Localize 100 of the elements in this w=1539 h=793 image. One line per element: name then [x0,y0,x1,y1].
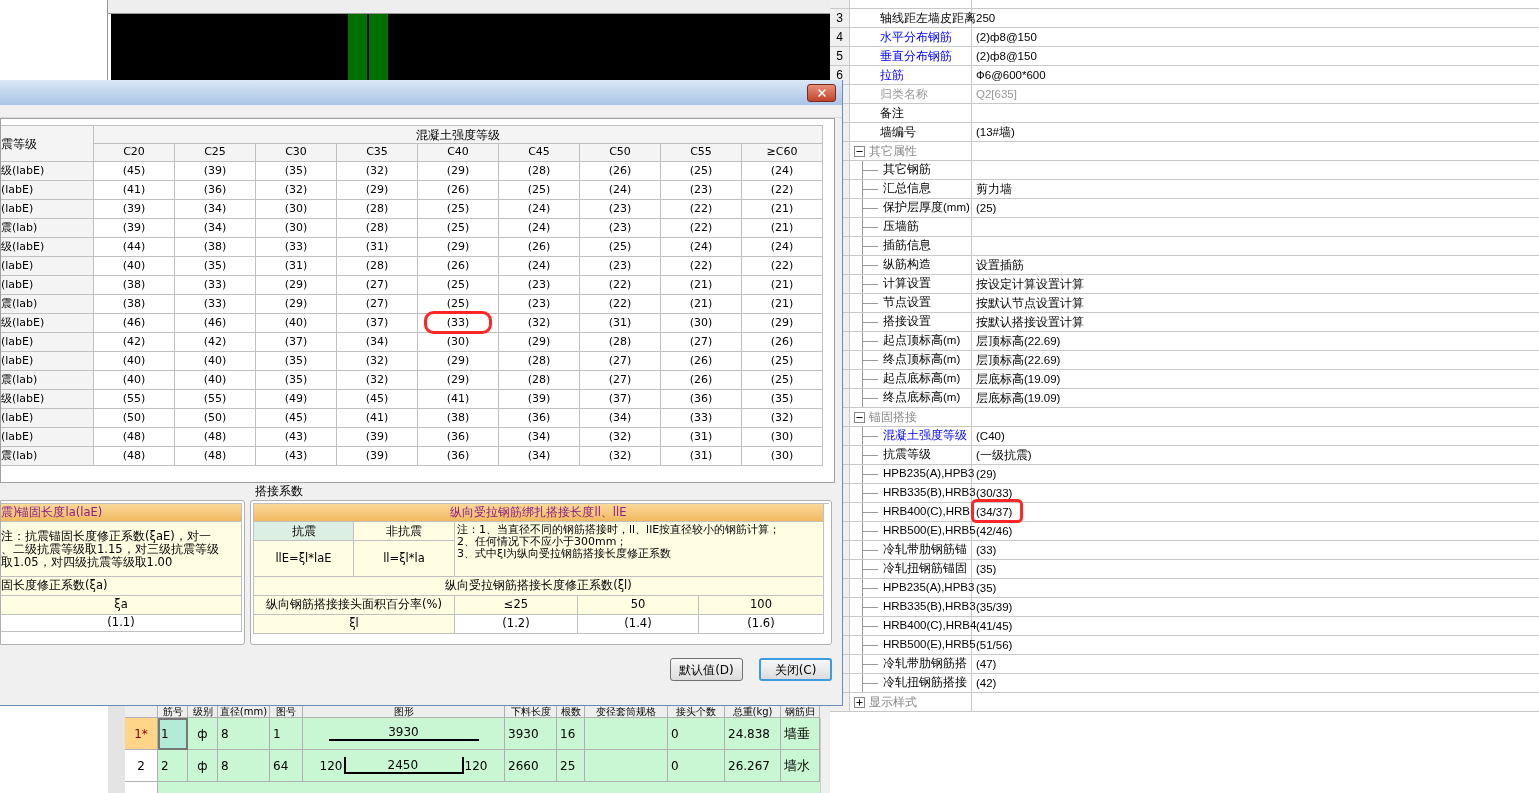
scrollbar[interactable] [820,718,830,793]
column-header: C55 [690,144,712,161]
row-header: (labE) [1,428,34,445]
property-name: 终点顶标高(m) [883,352,961,368]
table-cell-text: (35) [284,371,308,388]
property-value: (一级抗震) [976,449,1032,461]
row-header[interactable]: 2 [125,750,158,782]
table-cell: (1.2) [502,615,530,633]
property-value: (42) [976,677,997,689]
property-value: 设置插筋 [976,259,1024,271]
property-name: 保护层厚度(mm) [883,200,970,216]
table-cell-text: (32) [365,162,389,179]
column-header[interactable]: 接头个数 [676,706,716,717]
property-value: (2)ф8@150 [976,31,1037,43]
table-cell-text: (26) [446,181,470,198]
property-value: (35/39) [976,601,1013,613]
property-name: 计算设置 [883,276,931,292]
dialog-button[interactable]: 默认值(D) [670,658,743,681]
row-header[interactable] [125,782,158,793]
table-cell-text: (39) [527,390,551,407]
property-name: 冷轧扭钢筋搭接 [883,675,967,691]
property-name: HPB235(A),HPB3 [883,466,975,482]
column-header: C20 [123,144,145,161]
table-cell-text: (50) [122,409,146,426]
note-text: 注：1、当直径不同的钢筋搭接时，ll、llE按直径较小的钢筋计算； 2、任何情况下不应小于300mm； 3、式中ξl为纵向受拉钢筋搭接长度修正系数 [457,524,781,560]
row-header: 震(lab) [1,447,38,464]
collapse-icon[interactable] [854,411,865,423]
table-cell-text: 8 [221,757,229,775]
column-header: C30 [285,144,307,161]
table-cell-text: 8 [221,725,229,743]
close-button[interactable] [807,83,836,102]
table-cell-text: (21) [770,219,794,236]
table-cell-text: (30) [689,314,713,331]
table-cell-text: (36) [203,181,227,198]
row-header: (labE) [1,181,34,198]
table-cell-text: (28) [527,352,551,369]
table-cell-text: (45) [365,390,389,407]
property-name: HRB500(E),HRB5 [883,523,976,539]
dimension-label: 3930 [388,726,419,739]
table-cell-text: (28) [365,219,389,236]
property-value: (2)ф8@150 [976,50,1037,62]
table-cell-text: 0 [671,757,679,775]
property-name: 轴线距左墙皮距离 [880,10,976,27]
property-value: 层顶标高(22.69) [976,335,1061,347]
dialog-button[interactable]: 关闭(C) [759,658,832,681]
property-name: 节点设置 [883,295,931,311]
property-name: 汇总信息 [883,181,931,197]
property-name: 混凝土强度等级 [883,428,967,444]
table-cell-text: (26) [770,333,794,350]
table-cell-text: (48) [203,428,227,445]
table-cell-text: 26.267 [728,757,770,775]
column-header[interactable]: 钢筋归 [785,706,815,717]
column-header[interactable]: 总重(kg) [732,706,773,717]
table-cell-text: (48) [122,447,146,464]
table-cell-text: (26) [689,371,713,388]
table-cell-text: (24) [689,238,713,255]
column-header[interactable]: 下料长度 [510,706,551,717]
property-name: 归类名称 [880,86,928,103]
table-cell-text: (28) [527,162,551,179]
column-header[interactable]: 直径(mm) [219,706,268,717]
table-cell-text: (25) [689,162,713,179]
property-value: (42/46) [976,525,1013,537]
property-name: 拉筋 [880,67,904,84]
table-cell-text: (33) [203,276,227,293]
column-header[interactable]: 变径套筒规格 [596,706,656,717]
table-cell-text: (28) [527,371,551,388]
collapse-icon[interactable] [854,145,865,157]
table-cell-text: (45) [122,162,146,179]
table-cell-text: (24) [527,200,551,217]
table-cell-text: (55) [122,390,146,407]
property-name: 冷轧带肋钢筋锚 [883,542,967,558]
group-legend: 搭接系数 [255,482,303,500]
table-cell-text: (41) [365,409,389,426]
table-cell-text: (27) [608,371,632,388]
table-cell-text: (23) [689,181,713,198]
table-cell-text: (33) [689,409,713,426]
property-value: 层底标高(19.09) [976,392,1061,404]
table-cell-text: 25 [560,757,576,775]
table-cell-text: (26) [608,162,632,179]
column-header[interactable]: 级别 [192,706,213,717]
table-cell-text: (31) [689,447,713,464]
table-cell-text: 墙水 [784,756,810,775]
table-cell-text: (30) [446,333,470,350]
property-value: (34/37) [976,506,1013,518]
table-cell-text: (35) [770,390,794,407]
column-header[interactable]: 图形 [393,706,414,717]
column-header[interactable]: 图号 [276,706,296,717]
property-value: (47) [976,658,997,670]
expand-icon[interactable] [854,696,865,708]
table-cell-text: (34) [203,219,227,236]
row-header[interactable]: 1* [125,718,158,750]
table-cell-text: (33) [284,238,308,255]
row-header: (labE) [1,276,34,293]
column-header: C25 [204,144,226,161]
column-header: C35 [366,144,388,161]
table-cell-text: (29) [446,238,470,255]
table-cell-text: (40) [284,314,308,331]
table-cell-text: (40) [122,352,146,369]
column-header[interactable]: 筋号 [162,706,183,717]
column-header[interactable]: 根数 [560,706,581,717]
